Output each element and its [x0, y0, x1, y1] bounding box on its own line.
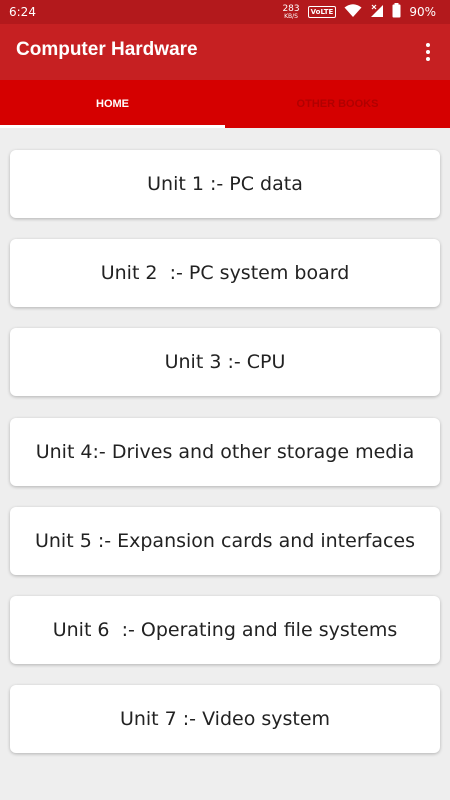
- menu-dot: [426, 57, 430, 61]
- unit-card-7[interactable]: Unit 7 :- Video system: [10, 685, 440, 753]
- unit-card-5[interactable]: Unit 5 :- Expansion cards and interfaces: [10, 507, 440, 575]
- unit-card-6[interactable]: Unit 6 :- Operating and file systems: [10, 596, 440, 664]
- app-bar: Computer Hardware: [0, 24, 450, 80]
- tab-other-books[interactable]: OTHER BOOKS: [225, 80, 450, 128]
- tab-selected-indicator: [0, 125, 225, 128]
- volte-icon: VoLTE: [307, 6, 337, 18]
- unit-card-1[interactable]: Unit 1 :- PC data: [10, 150, 440, 218]
- tab-home[interactable]: HOME: [0, 80, 225, 128]
- battery-percentage: 90%: [409, 5, 436, 19]
- signal-icon: [370, 4, 384, 21]
- unit-card-3[interactable]: Unit 3 :- CPU: [10, 328, 440, 396]
- tab-bar: HOME OTHER BOOKS: [0, 80, 450, 128]
- unit-card-2[interactable]: Unit 2 :- PC system board: [10, 239, 440, 307]
- network-speed-value: 283: [282, 3, 300, 14]
- overflow-menu-icon[interactable]: [416, 36, 440, 68]
- menu-dot: [426, 50, 430, 54]
- battery-icon: [392, 3, 401, 21]
- menu-dot: [426, 43, 430, 47]
- status-time: 6:24: [9, 5, 36, 19]
- network-speed: 283 KB/S: [282, 3, 300, 20]
- unit-card-4[interactable]: Unit 4:- Drives and other storage media: [10, 418, 440, 486]
- status-bar: 6:24 283 KB/S VoLTE 90%: [0, 0, 450, 24]
- status-icons: 283 KB/S VoLTE 90%: [282, 0, 436, 24]
- wifi-icon: [344, 3, 362, 21]
- app-title: Computer Hardware: [16, 39, 198, 60]
- network-speed-unit: KB/S: [284, 12, 298, 20]
